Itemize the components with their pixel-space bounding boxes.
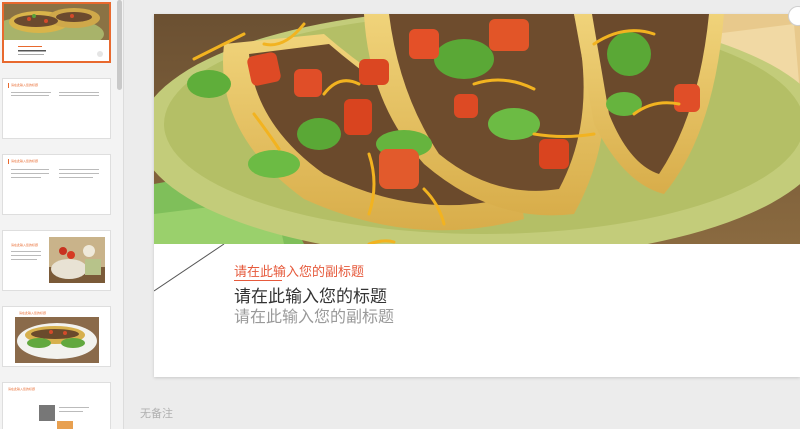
thumbnail-text-line: [11, 177, 41, 178]
thumbnail-text-line: [59, 411, 83, 412]
slide-subtitle-bottom[interactable]: 请在此输入您的副标题: [234, 303, 394, 327]
thumbnail-heading: 请在此输入您的标题: [8, 387, 36, 391]
thumbnail-text-line: [59, 169, 99, 170]
thumbnail-heading: 请在此输入您的标题: [11, 83, 39, 87]
slide-subtitle-top[interactable]: 请在此输入您的副标题: [234, 261, 364, 280]
decorative-diagonal-line: [154, 244, 225, 292]
thumbnail-photo: [15, 317, 99, 363]
slide-canvas: 请在此输入您的副标题 请在此输入您的标题 请在此输入您的副标题 无备注: [124, 0, 800, 429]
thumbnail-cover-image: [4, 4, 109, 61]
tacos-illustration: [154, 14, 800, 244]
thumbnail-text-line: [59, 177, 93, 178]
slide-thumbnail-5[interactable]: 请在此输入您的标题: [2, 306, 111, 367]
thumbnail-heading: 请在此输入您的标题: [19, 311, 47, 315]
thumbnail-accent-bar: [8, 159, 9, 164]
thumbnail-heading: 请在此输入您的标题: [11, 159, 39, 163]
slide-thumbnail-2[interactable]: 请在此输入您的标题: [2, 78, 111, 139]
thumbnail-text-line: [11, 173, 49, 174]
thumbnail-text-line: [11, 259, 37, 260]
thumbnail-text-line: [11, 251, 41, 252]
speaker-notes[interactable]: 无备注: [140, 405, 173, 421]
thumbnail-text-line: [59, 407, 89, 408]
slide-thumbnail-6[interactable]: 请在此输入您的标题: [2, 382, 111, 429]
current-slide[interactable]: 请在此输入您的副标题 请在此输入您的标题 请在此输入您的副标题: [154, 14, 800, 377]
thumbnail-heading: 请在此输入您的标题: [11, 243, 39, 247]
slide-thumbnail-panel: 请在此输入您的标题 请在此输入您的标题 请在此输入您的标题 请在此输入您的标题 …: [0, 0, 124, 429]
tacos-photo[interactable]: [154, 14, 800, 244]
thumbnail-text-line: [59, 92, 99, 93]
slide-thumbnail-4[interactable]: 请在此输入您的标题: [2, 230, 111, 291]
thumbnail-photo: [49, 237, 105, 283]
thumbnail-block: [39, 405, 55, 421]
thumbnail-accent-bar: [8, 83, 9, 88]
thumbnail-scrollbar[interactable]: [117, 0, 122, 90]
thumbnail-text-line: [11, 255, 41, 256]
thumbnail-text-line: [59, 95, 99, 96]
subtitle-underline: [234, 280, 282, 281]
thumbnail-text-line: [11, 95, 49, 96]
slide-thumbnail-3[interactable]: 请在此输入您的标题: [2, 154, 111, 215]
thumbnail-text-line: [59, 173, 99, 174]
slide-thumbnail-1[interactable]: [2, 2, 111, 63]
thumbnail-text-line: [11, 169, 49, 170]
thumbnail-text-line: [11, 92, 51, 93]
thumbnail-block: [57, 421, 73, 429]
